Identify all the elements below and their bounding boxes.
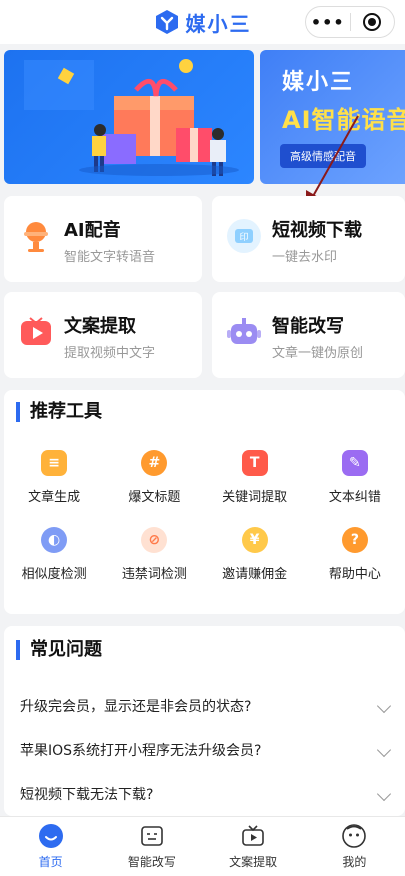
section-title: 常见问题 xyxy=(16,640,102,660)
app-header: 媒小三 ••• xyxy=(0,0,405,44)
faq-item[interactable]: 短视频下载无法下载? xyxy=(20,784,395,804)
feature-title: AI配音 xyxy=(64,220,121,241)
brand: 媒小三 xyxy=(154,8,252,37)
robot-icon xyxy=(227,318,261,344)
tab-mine[interactable]: 我的 xyxy=(304,817,405,876)
tool-label: 邀请赚佣金 xyxy=(222,567,288,582)
banner-slide-gifts[interactable] xyxy=(4,50,254,184)
feature-subtitle: 提取视频中文字 xyxy=(64,346,156,361)
edit-icon: ✎ xyxy=(341,450,368,476)
more-icon: ••• xyxy=(310,12,345,32)
tv-play-icon xyxy=(242,825,264,846)
tool-invite-commission[interactable]: ¥ 邀请赚佣金 xyxy=(205,527,305,582)
close-button[interactable] xyxy=(351,7,395,37)
feature-card-copy-extract[interactable]: 文案提取 提取视频中文字 xyxy=(4,292,202,378)
tool-label: 关键词提取 xyxy=(222,490,288,505)
tab-label: 我的 xyxy=(342,855,367,869)
tab-copy-extract[interactable]: 文案提取 xyxy=(203,817,304,876)
keyword-icon: T xyxy=(241,450,268,476)
tab-label: 首页 xyxy=(38,855,63,869)
ban-icon: ⊘ xyxy=(141,527,168,553)
tool-help-center[interactable]: ? 帮助中心 xyxy=(305,527,405,582)
faq-question: 升级完会员，显示还是非会员的状态? xyxy=(20,699,252,715)
feature-subtitle: 智能文字转语音 xyxy=(64,250,156,265)
feature-card-video-download[interactable]: 印 短视频下载 一键去水印 xyxy=(212,196,405,282)
tool-label: 帮助中心 xyxy=(328,567,381,582)
tab-label: 文案提取 xyxy=(229,855,278,869)
tool-label: 相似度检测 xyxy=(21,567,87,582)
tab-smart-rewrite[interactable]: 智能改写 xyxy=(101,817,202,876)
chevron-down-icon xyxy=(376,698,392,714)
tools-grid: ≡ 文章生成 # 爆文标题 T 关键词提取 ✎ 文本纠错 ◐ 相似度检测 ⊘ 违… xyxy=(4,450,405,582)
banner-app-name: 媒小三 xyxy=(282,70,355,95)
chevron-down-icon xyxy=(376,786,392,802)
faq-question: 苹果IOS系统打开小程序无法升级会员? xyxy=(20,743,262,759)
feature-subtitle: 文章一键伪原创 xyxy=(272,346,364,361)
similarity-icon: ◐ xyxy=(41,527,68,553)
feature-subtitle: 一键去水印 xyxy=(272,250,338,265)
tool-text-correct[interactable]: ✎ 文本纠错 xyxy=(305,450,405,505)
svg-text:印: 印 xyxy=(239,231,248,243)
document-icon: ≡ xyxy=(41,450,68,476)
hash-icon: # xyxy=(141,450,168,476)
feature-card-smart-rewrite[interactable]: 智能改写 文章一键伪原创 xyxy=(212,292,405,378)
tab-label: 智能改写 xyxy=(127,855,176,869)
tool-label: 文章生成 xyxy=(28,490,81,505)
bottom-tab-bar: 首页 智能改写 文案提取 我的 xyxy=(0,816,405,876)
section-title: 推荐工具 xyxy=(16,402,102,422)
help-icon: ? xyxy=(341,527,368,553)
tool-article-generate[interactable]: ≡ 文章生成 xyxy=(4,450,104,505)
profile-face-icon xyxy=(342,824,367,848)
feature-title: 智能改写 xyxy=(272,316,344,337)
close-target-icon xyxy=(363,13,382,31)
tab-home[interactable]: 首页 xyxy=(0,817,101,876)
coin-icon: ¥ xyxy=(241,527,268,553)
feature-title: 文案提取 xyxy=(64,316,136,337)
tool-banned-word-check[interactable]: ⊘ 违禁词检测 xyxy=(104,527,204,582)
gifts-illustration xyxy=(24,59,239,176)
faq-item[interactable]: 苹果IOS系统打开小程序无法升级会员? xyxy=(20,740,395,760)
mini-program-capsule: ••• xyxy=(305,6,395,38)
home-smile-icon xyxy=(38,824,63,848)
chevron-down-icon xyxy=(376,742,392,758)
tool-similarity-check[interactable]: ◐ 相似度检测 xyxy=(4,527,104,582)
logo-icon xyxy=(155,10,178,34)
recommended-tools-section: 推荐工具 ≡ 文章生成 # 爆文标题 T 关键词提取 ✎ 文本纠错 ◐ 相似度检… xyxy=(4,390,405,614)
tool-label: 文本纠错 xyxy=(328,490,381,505)
microphone-icon xyxy=(24,222,48,252)
faq-item[interactable]: 升级完会员，显示还是非会员的状态? xyxy=(20,696,395,716)
feature-title: 短视频下载 xyxy=(272,220,362,241)
faq-section: 常见问题 升级完会员，显示还是非会员的状态? 苹果IOS系统打开小程序无法升级会… xyxy=(4,626,405,816)
tool-keyword-extract[interactable]: T 关键词提取 xyxy=(205,450,305,505)
app-name: 媒小三 xyxy=(185,11,252,36)
tool-label: 违禁词检测 xyxy=(121,567,187,582)
tool-label: 爆文标题 xyxy=(128,490,181,505)
tool-hot-title[interactable]: # 爆文标题 xyxy=(104,450,204,505)
watermark-icon: 印 xyxy=(227,219,261,253)
video-play-icon xyxy=(21,317,51,345)
feature-card-ai-dubbing[interactable]: AI配音 智能文字转语音 xyxy=(4,196,202,282)
robot-face-icon xyxy=(141,826,163,846)
more-button[interactable]: ••• xyxy=(306,7,350,37)
faq-question: 短视频下载无法下载? xyxy=(20,787,154,803)
